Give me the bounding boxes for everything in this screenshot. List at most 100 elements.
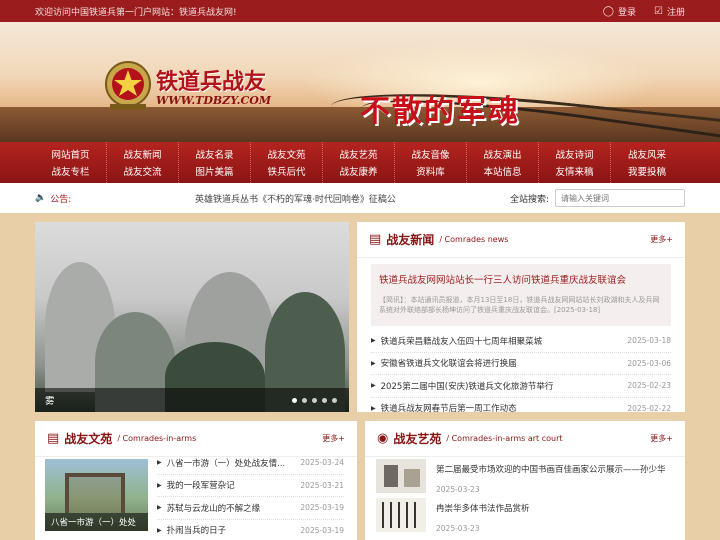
calligraphy-stroke bbox=[414, 502, 416, 528]
nav-item-directory[interactable]: 战友名录 bbox=[195, 147, 233, 161]
nav-column: 战友新闻 战友交流 bbox=[107, 142, 179, 183]
painting-shape bbox=[384, 465, 398, 487]
top-bar: 欢迎访问中国铁道兵第一门户网站：铁道兵战友网! ◯ 登录 ☑ 注册 bbox=[0, 0, 720, 22]
art-title[interactable]: 冉崇华多体书法作品赏析 bbox=[436, 502, 530, 514]
panel-title: 战友文苑 bbox=[64, 432, 113, 446]
slider-dot[interactable] bbox=[292, 398, 297, 403]
search-label: 全站搜索: bbox=[509, 194, 549, 205]
railway-corps-emblem-icon[interactable] bbox=[102, 58, 154, 114]
site-logo-title[interactable]: 铁道兵战友 bbox=[156, 64, 266, 96]
document-icon: ▤ bbox=[369, 232, 382, 247]
more-link[interactable]: 更多+ bbox=[650, 433, 673, 444]
news-panel: ▤ 战友新闻 / Comrades news 更多+ 铁道兵战友网网站站长一行三… bbox=[357, 222, 685, 420]
slider-dot[interactable] bbox=[332, 398, 337, 403]
bullet-icon: ▶ bbox=[371, 337, 376, 345]
lock-icon: ☑ bbox=[654, 5, 663, 17]
more-link[interactable]: 更多+ bbox=[322, 433, 345, 444]
more-link[interactable]: 更多+ bbox=[650, 234, 673, 245]
notice-bar: 🔈 公告: 英雄铁道兵丛书《不朽的军魂·时代回响卷》征稿公 全站搜索: bbox=[0, 183, 720, 213]
literature-panel: ▤ 战友文苑 / Comrades-in-arms 更多+ 八省一市游（一）处处… bbox=[35, 421, 357, 540]
nav-item-comrade-column[interactable]: 战友专栏 bbox=[51, 164, 89, 178]
book-icon: ▤ bbox=[47, 431, 60, 446]
bullet-icon: ▶ bbox=[371, 359, 376, 367]
featured-news[interactable]: 铁道兵战友网网站站长一行三人访问铁道兵重庆战友联谊会 【简讯】：本站通讯员报道，… bbox=[371, 264, 671, 326]
list-item[interactable]: ▶ 安徽省铁道兵文化联谊会将进行换届 2025-03-06 bbox=[371, 353, 671, 375]
list-item[interactable]: ▶ 苏轼与云龙山的不解之缘 2025-03-19 bbox=[157, 497, 344, 520]
login-link[interactable]: ◯ 登录 bbox=[603, 5, 636, 18]
art-thumbnail[interactable] bbox=[376, 459, 426, 493]
slider-dots bbox=[292, 398, 337, 403]
panel-header: ◉ 战友艺苑 / Comrades-in-arms art court 更多+ bbox=[365, 421, 685, 457]
art-date: 2025-03-23 bbox=[436, 485, 480, 494]
thumbnail-caption[interactable]: 八省一市游（一）处处 bbox=[45, 513, 148, 531]
nav-column: 战友音像 资料库 bbox=[395, 142, 467, 183]
nav-item-video[interactable]: 战友音像 bbox=[411, 147, 449, 161]
account-links: ◯ 登录 ☑ 注册 bbox=[603, 5, 685, 18]
banner-slogan: 不散的军魂 bbox=[360, 94, 520, 129]
featured-title[interactable]: 铁道兵战友网网站站长一行三人访问铁道兵重庆战友联谊会 bbox=[379, 272, 663, 286]
art-item[interactable]: 第二届最受市场欢迎的中国书画百佳画家公示展示——孙少华 2025-03-23 bbox=[376, 459, 666, 494]
nav-item-home[interactable]: 网站首页 bbox=[51, 147, 89, 161]
nav-item-archive[interactable]: 资料库 bbox=[416, 164, 445, 178]
art-panel: ◉ 战友艺苑 / Comrades-in-arms art court 更多+ … bbox=[365, 421, 685, 540]
palette-icon: ◉ bbox=[377, 431, 389, 446]
nav-column: 战友名录 图片美篇 bbox=[179, 142, 251, 183]
list-item[interactable]: ▶ 2025第二届中国(安庆)铁道兵文化旅游节举行 2025-02-23 bbox=[371, 375, 671, 398]
slider-dot[interactable] bbox=[312, 398, 317, 403]
panel-subtitle: / Comrades-in-arms bbox=[117, 434, 197, 443]
search-input[interactable] bbox=[555, 189, 685, 207]
art-info: 第二届最受市场欢迎的中国书画百佳画家公示展示——孙少华 2025-03-23 bbox=[436, 459, 666, 494]
nav-item-descendants[interactable]: 铁兵后代 bbox=[267, 164, 305, 178]
list-item[interactable]: ▶ 铁道兵战友网春节后第一周工作动态 2025-02-22 bbox=[371, 398, 671, 420]
bullet-icon: ▶ bbox=[157, 459, 162, 467]
list-item[interactable]: ▶ 铁道兵荣昌籍战友入伍四十七周年相聚菜城 2025-03-18 bbox=[371, 330, 671, 353]
nav-item-literature[interactable]: 战友文苑 bbox=[267, 147, 305, 161]
nav-item-style[interactable]: 战友风采 bbox=[628, 147, 666, 161]
art-info: 冉崇华多体书法作品赏析 2025-03-23 bbox=[436, 498, 530, 533]
list-item[interactable]: ▶ 我的一段军营杂记 2025-03-21 bbox=[157, 475, 344, 497]
notice-label: 🔈 公告: bbox=[35, 193, 72, 205]
nav-column: 战友艺苑 战友康养 bbox=[323, 142, 395, 183]
art-date: 2025-03-23 bbox=[436, 524, 480, 533]
list-item[interactable]: ▶ 扑闹当兵的日子 2025-03-19 bbox=[157, 520, 344, 540]
art-item[interactable]: 冉崇华多体书法作品赏析 2025-03-23 bbox=[376, 498, 530, 533]
panel-title: 战友新闻 bbox=[386, 233, 435, 247]
header-banner: 铁道兵战友 WWW.TDBZY.COM 不散的军魂 bbox=[0, 22, 720, 142]
nav-item-submit[interactable]: 我要投稿 bbox=[628, 164, 666, 178]
calligraphy-stroke bbox=[406, 502, 408, 528]
nav-column: 战友风采 我要投稿 bbox=[611, 142, 683, 183]
nav-item-art[interactable]: 战友艺苑 bbox=[339, 147, 377, 161]
calligraphy-stroke bbox=[382, 502, 384, 528]
image-slider[interactable]: 雾 bbox=[35, 222, 349, 412]
nav-column: 战友诗词 友情来稿 bbox=[539, 142, 611, 183]
calligraphy-stroke bbox=[398, 502, 400, 528]
panel-title: 战友艺苑 bbox=[393, 432, 442, 446]
slider-dot[interactable] bbox=[302, 398, 307, 403]
notice-text[interactable]: 英雄铁道兵丛书《不朽的军魂·时代回响卷》征稿公 bbox=[195, 192, 510, 205]
bullet-icon: ▶ bbox=[371, 382, 376, 390]
nav-item-poetry[interactable]: 战友诗词 bbox=[555, 147, 593, 161]
main-nav: 网站首页 战友专栏 战友新闻 战友交流 战友名录 图片美篇 战友文苑 铁兵后代 … bbox=[0, 142, 720, 183]
art-title[interactable]: 第二届最受市场欢迎的中国书画百佳画家公示展示——孙少华 bbox=[436, 463, 666, 475]
nav-item-site-info[interactable]: 本站信息 bbox=[483, 164, 521, 178]
calligraphy-stroke bbox=[390, 502, 392, 528]
nav-item-news[interactable]: 战友新闻 bbox=[123, 147, 161, 161]
painting-shape bbox=[404, 469, 420, 487]
register-link[interactable]: ☑ 注册 bbox=[654, 5, 685, 18]
nav-item-performance[interactable]: 战友演出 bbox=[483, 147, 521, 161]
nav-item-wellness[interactable]: 战友康养 bbox=[339, 164, 377, 178]
nav-item-photos[interactable]: 图片美篇 bbox=[195, 164, 233, 178]
art-thumbnail[interactable] bbox=[376, 498, 426, 532]
panel-subtitle: / Comrades-in-arms art court bbox=[446, 434, 563, 443]
welcome-text: 欢迎访问中国铁道兵第一门户网站：铁道兵战友网! bbox=[35, 7, 237, 18]
list-item[interactable]: ▶ 八省一市游（一）处处战友情... 2025-03-24 bbox=[157, 452, 344, 475]
literature-thumbnail[interactable]: 八省一市游（一）处处 bbox=[45, 459, 148, 531]
panel-header: ▤ 战友新闻 / Comrades news 更多+ bbox=[357, 222, 685, 258]
panel-subtitle: / Comrades news bbox=[439, 235, 509, 244]
slider-dot[interactable] bbox=[322, 398, 327, 403]
nav-item-contributions[interactable]: 友情来稿 bbox=[555, 164, 593, 178]
user-icon: ◯ bbox=[602, 5, 614, 17]
bullet-icon: ▶ bbox=[157, 504, 162, 512]
nav-item-exchange[interactable]: 战友交流 bbox=[123, 164, 161, 178]
site-url: WWW.TDBZY.COM bbox=[156, 94, 272, 107]
